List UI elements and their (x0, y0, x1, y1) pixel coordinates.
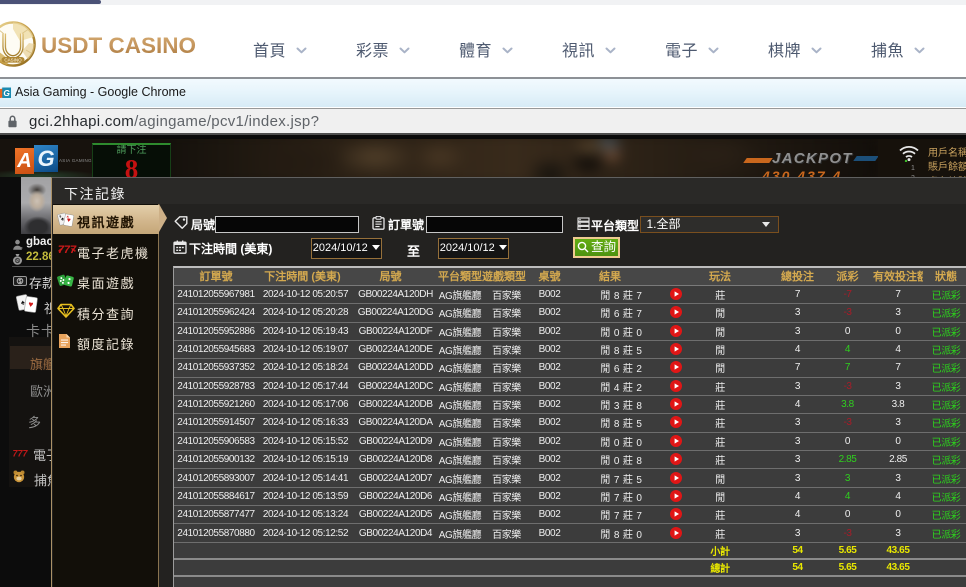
svg-text:$: $ (18, 279, 21, 285)
svg-text:CASINO: CASINO (4, 57, 22, 62)
svg-text:G: G (3, 88, 10, 98)
svg-text:777: 777 (58, 244, 77, 256)
svg-text:777: 777 (12, 449, 28, 459)
